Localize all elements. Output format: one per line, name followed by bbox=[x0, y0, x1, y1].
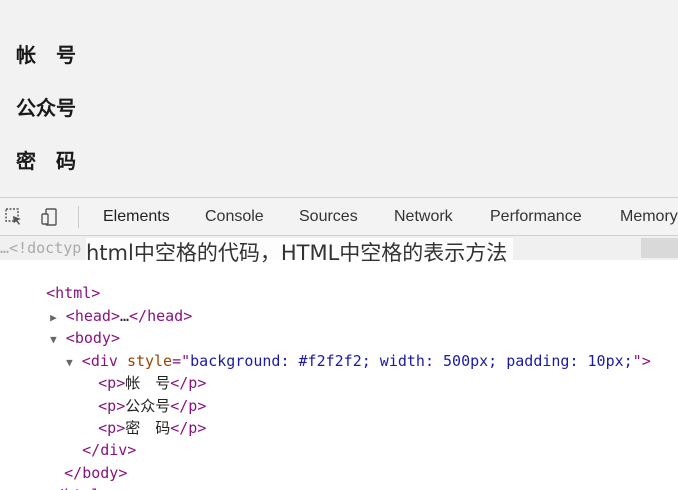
tree-node-div-close[interactable]: </div> bbox=[46, 417, 136, 459]
page-line-password: 密 码 bbox=[16, 149, 76, 173]
tree-node-head[interactable]: ▶ <head>…</head> bbox=[14, 283, 192, 325]
tree-node-body[interactable]: ▼ <body> bbox=[14, 305, 120, 347]
device-toolbar-icon[interactable] bbox=[40, 207, 60, 227]
collapsed-ellipsis: … bbox=[119, 307, 129, 325]
tab-sources[interactable]: Sources bbox=[299, 198, 358, 236]
page-line-account: 帐 号 bbox=[16, 43, 76, 67]
devtools-toolbar: Elements Console Sources Network Perform… bbox=[0, 197, 678, 236]
tag-name: p bbox=[188, 419, 198, 437]
tab-performance[interactable]: Performance bbox=[490, 198, 582, 236]
tab-memory[interactable]: Memory bbox=[620, 198, 678, 236]
inspect-element-icon[interactable] bbox=[4, 207, 24, 227]
page-line-public-account: 公众号 bbox=[16, 96, 76, 120]
tree-node-html-close[interactable]: </html> bbox=[10, 462, 109, 490]
tab-network[interactable]: Network bbox=[394, 198, 453, 236]
doctype-text: <!doctyp bbox=[9, 239, 82, 257]
tag-name: html bbox=[64, 486, 100, 490]
tree-node-p[interactable]: <p>密 码</p> bbox=[62, 395, 206, 437]
tree-node-body-close[interactable]: </body> bbox=[28, 440, 127, 482]
tree-node-p[interactable]: <p>公众号</p> bbox=[62, 373, 206, 415]
attr-value: background: #f2f2f2; width: 500px; paddi… bbox=[190, 352, 633, 370]
more-icon: … bbox=[0, 239, 10, 257]
tag-name: head bbox=[147, 307, 184, 325]
tab-console[interactable]: Console bbox=[205, 198, 264, 236]
tab-elements[interactable]: Elements bbox=[103, 198, 170, 236]
toolbar-divider bbox=[78, 206, 79, 228]
tree-node-div[interactable]: ▼ <div style="background: #f2f2f2; width… bbox=[30, 328, 651, 370]
scroll-indicator bbox=[641, 238, 678, 258]
tree-node-p[interactable]: <p>帐 号</p> bbox=[62, 350, 206, 392]
rendered-page: 帐 号 公众号 密 码 bbox=[0, 0, 678, 197]
elements-tree: …<!doctyp <html> ▶ <head>…</head> ▼ <bod… bbox=[0, 236, 678, 490]
watermark-caption: html中空格的代码，HTML中空格的表示方法 bbox=[86, 238, 514, 268]
